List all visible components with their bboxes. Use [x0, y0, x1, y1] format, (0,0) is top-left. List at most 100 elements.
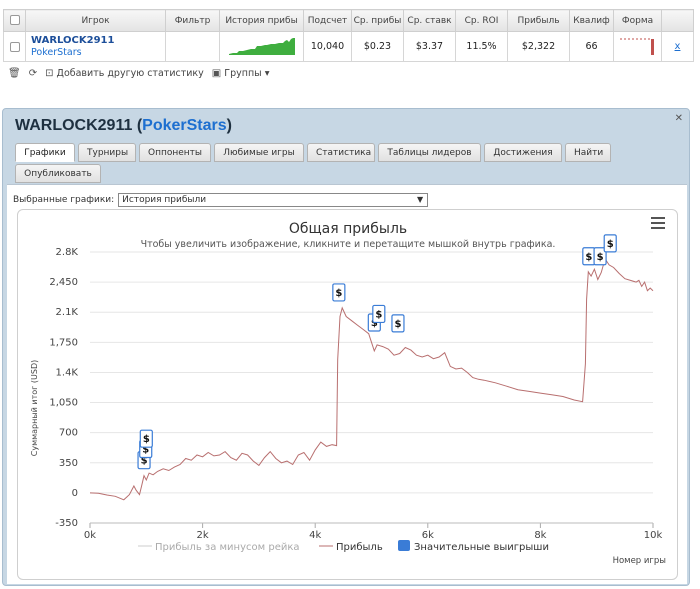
select-all-header[interactable] — [3, 9, 26, 32]
big-win-marker[interactable]: $ — [332, 283, 346, 302]
avg-stake-cell: $3.37 — [403, 31, 456, 62]
legend-swatch-big-wins — [398, 540, 410, 551]
column-header-avg-profit[interactable]: Ср. прибы — [351, 9, 404, 32]
panel-title: WARLOCK2911 (PokerStars) — [15, 117, 232, 135]
big-win-marker[interactable]: $ — [391, 314, 405, 333]
legend-item-big-wins[interactable]: Значительные выигрыши — [398, 540, 549, 553]
legend-item-profit[interactable]: Прибыль — [319, 542, 383, 553]
player-name-link[interactable]: WARLOCK2911 — [31, 35, 114, 46]
trash-icon[interactable]: 🗑 — [8, 68, 21, 79]
player-cell: WARLOCK2911 PokerStars — [25, 31, 166, 62]
panel-title-site-link[interactable]: PokerStars — [142, 117, 227, 134]
big-win-marker[interactable]: $ — [582, 247, 596, 266]
stats-table-area: Игрок Фильтр История прибы Подсчет Ср. п… — [0, 0, 700, 90]
tab-statistics[interactable]: Статистика — [307, 143, 375, 162]
column-header-profit[interactable]: Прибыль — [507, 9, 570, 32]
refresh-icon[interactable]: ⟳ — [29, 68, 37, 79]
marker-label: $ — [143, 434, 150, 445]
select-all-checkbox[interactable] — [9, 15, 20, 26]
tab-tournaments[interactable]: Турниры — [78, 143, 136, 162]
menu-bar-bottom — [651, 227, 665, 229]
x-tick-label: 10k — [644, 530, 663, 541]
legend-label-profit: Прибыль — [336, 542, 383, 553]
x-tick-label: 4k — [309, 530, 321, 541]
add-stats-button[interactable]: ⊡ Добавить другую статистику — [45, 68, 204, 79]
table-row: WARLOCK2911 PokerStars 10,040 $0.23 $3.3… — [3, 31, 694, 62]
dropdown-arrow-icon: ▼ — [417, 195, 424, 204]
y-tick-label: 350 — [59, 458, 78, 469]
charts-tab-content: Выбранные графики: История прибыли ▼ -35… — [7, 184, 687, 584]
marker-label: $ — [607, 239, 614, 250]
column-header-player[interactable]: Игрок — [25, 9, 166, 32]
big-win-marker[interactable]: $ — [139, 429, 153, 448]
tab-charts[interactable]: Графики — [15, 143, 75, 162]
y-tick-label: 700 — [59, 428, 78, 439]
big-win-marker[interactable]: $ — [603, 234, 617, 253]
chart-grid — [90, 251, 653, 524]
x-tick-label: 2k — [197, 530, 209, 541]
y-tick-label: 2.8K — [56, 247, 79, 258]
column-header-count[interactable]: Подсчет — [303, 9, 352, 32]
chart-selector-value: История прибыли — [122, 195, 207, 205]
qualif-cell: 66 — [569, 31, 614, 62]
y-tick-label: 0 — [72, 488, 78, 499]
remove-player-link[interactable]: x — [675, 41, 681, 52]
big-win-marker[interactable]: $ — [372, 304, 386, 324]
column-header-filter[interactable]: Фильтр — [165, 9, 220, 32]
column-header-form[interactable]: Форма — [613, 9, 662, 32]
x-tick-label: 0k — [84, 530, 96, 541]
tab-leaderboards[interactable]: Таблицы лидеров — [378, 143, 481, 162]
tab-favorite-games[interactable]: Любимые игры — [214, 143, 304, 162]
groups-label: Группы — [224, 68, 262, 79]
table-header-row: Игрок Фильтр История прибы Подсчет Ср. п… — [3, 9, 694, 32]
chart-title: Общая прибыль — [289, 221, 407, 237]
column-header-history[interactable]: История прибы — [219, 9, 304, 32]
chart-subtitle: Чтобы увеличить изображение, кликните и … — [141, 239, 556, 250]
row-select-cell[interactable] — [3, 31, 26, 62]
y-axis-ticks: -350 0 350 700 1,050 1.4K 1,750 2.1K 2,450 2.8K — [49, 247, 78, 529]
chart-selector-row: Выбранные графики: История прибыли ▼ — [13, 193, 429, 207]
legend-label-big-wins: Значительные выигрыши — [414, 542, 549, 553]
profit-chart[interactable]: -350 0 350 700 1,050 1.4K 1,750 2.1K 2,450 2.8K 0… — [18, 210, 677, 579]
count-cell: 10,040 — [303, 31, 352, 62]
y-axis-label: Суммарный итог (USD) — [30, 360, 39, 457]
column-header-avg-stake[interactable]: Ср. ставк — [403, 9, 456, 32]
row-checkbox[interactable] — [9, 41, 20, 52]
column-header-avg-roi[interactable]: Ср. ROI — [455, 9, 508, 32]
panel-title-close: ) — [226, 117, 232, 134]
form-cell — [613, 31, 662, 62]
add-stats-label: Добавить другую статистику — [56, 68, 204, 79]
chevron-down-icon: ▾ — [264, 68, 270, 79]
tab-opponents[interactable]: Оппоненты — [139, 143, 211, 162]
profit-cell: $2,322 — [507, 31, 570, 62]
groups-button[interactable]: ▣ Группы ▾ — [212, 68, 270, 79]
y-tick-label: 1,050 — [49, 398, 78, 409]
floppy-icon: ▣ — [211, 68, 222, 79]
close-icon[interactable]: ✕ — [675, 113, 683, 124]
column-header-actions — [661, 9, 694, 32]
menu-bar-middle — [651, 222, 665, 224]
add-stats-icon: ⊡ — [45, 68, 54, 79]
column-header-qualif[interactable]: Квалиф — [569, 9, 614, 32]
remove-cell: x — [661, 31, 694, 62]
chart-legend: Прибыль за минусом рейка Прибыль Значите… — [138, 540, 549, 553]
chart-selector-dropdown[interactable]: История прибыли ▼ — [118, 193, 429, 207]
profit-chart-container[interactable]: -350 0 350 700 1,050 1.4K 1,750 2.1K 2,450 2.8K 0… — [17, 209, 678, 580]
tab-find[interactable]: Найти — [565, 143, 611, 162]
tab-publish[interactable]: Опубликовать — [15, 164, 101, 183]
legend-item-rake[interactable]: Прибыль за минусом рейка — [138, 542, 300, 553]
filter-cell — [165, 31, 220, 62]
history-sparkline-cell[interactable] — [219, 31, 304, 62]
avg-roi-cell: 11.5% — [455, 31, 508, 62]
marker-label: $ — [394, 319, 401, 330]
form-chart — [619, 38, 654, 55]
x-axis-ticks: 0k 2k 4k 6k 8k 10k — [84, 522, 663, 541]
table-footer-toolbar: 🗑 ⟳ ⊡ Добавить другую статистику ▣ Групп… — [8, 68, 269, 79]
sparkline-area — [228, 38, 295, 55]
player-site-link[interactable]: PokerStars — [31, 47, 165, 59]
x-tick-label: 8k — [534, 530, 546, 541]
panel-title-player: WARLOCK2911 — [15, 117, 133, 134]
tab-achievements[interactable]: Достижения — [484, 143, 562, 162]
menu-bar-top — [651, 217, 665, 219]
chart-menu-icon[interactable] — [651, 217, 665, 229]
